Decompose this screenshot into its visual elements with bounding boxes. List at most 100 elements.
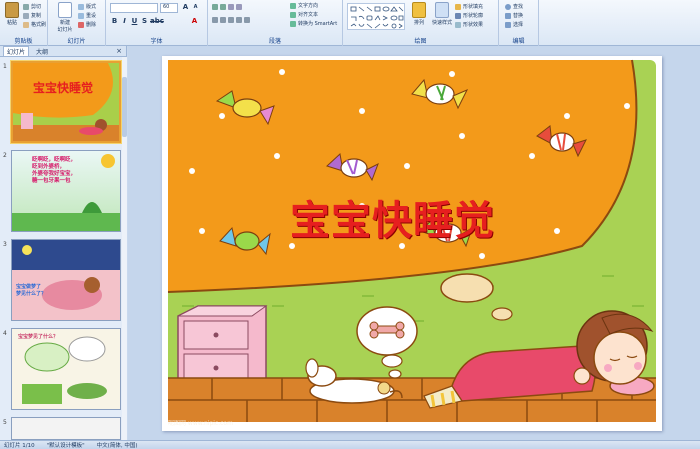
align-text-icon: [290, 11, 296, 18]
thumbnail-scrollbar[interactable]: [122, 57, 127, 440]
layout-icon: [78, 3, 84, 10]
italic-button[interactable]: I: [120, 17, 129, 26]
tab-slides[interactable]: 幻灯片: [3, 46, 30, 56]
select-button[interactable]: 选择: [505, 21, 523, 28]
editing-group: 查找 替换 选择 编辑: [499, 0, 539, 46]
theme-name: "默认设计模板": [46, 443, 85, 449]
language-indicator[interactable]: 中文(简体, 中国): [97, 441, 138, 449]
thumb-number: 1: [3, 63, 7, 70]
thumb-number: 2: [3, 152, 7, 159]
shrink-font-button[interactable]: A: [191, 3, 200, 12]
tab-outline[interactable]: 大纲: [33, 47, 51, 56]
text-direction-button[interactable]: 文字方向: [290, 2, 318, 9]
thumb3-art: [12, 240, 120, 320]
find-button[interactable]: 查找: [505, 3, 523, 10]
shape-effects-button[interactable]: 形状效果: [455, 21, 483, 28]
arrange-button[interactable]: 排列: [409, 2, 429, 26]
copy-icon: [23, 12, 29, 19]
arrange-icon: [412, 2, 426, 18]
paste-icon: [5, 2, 19, 18]
shape-fill-button[interactable]: 形状填充: [455, 3, 483, 10]
scissors-icon: [23, 3, 29, 10]
reset-icon: [78, 12, 84, 19]
numbering-icon: [220, 4, 226, 10]
watermark-text: 昵图网 www.nipic.com: [168, 420, 233, 427]
replace-icon: [505, 12, 511, 19]
pink-drawer-cabinet: [177, 305, 268, 387]
clipboard-group: 粘贴 剪切 复制 格式刷 剪贴板: [0, 0, 48, 46]
shadow-button[interactable]: S: [140, 17, 149, 26]
bold-button[interactable]: B: [110, 17, 119, 26]
ribbon: 粘贴 剪切 复制 格式刷 剪贴板 新建 幻灯片 版式 重设 删除 幻灯片 60 …: [0, 0, 700, 46]
quick-styles-button[interactable]: 快速样式: [430, 2, 454, 26]
outline-icon: [455, 12, 461, 19]
new-slide-icon: [58, 2, 72, 18]
smartart-button[interactable]: 转换为 SmartArt: [290, 20, 337, 27]
select-icon: [505, 21, 511, 28]
outdent-icon: [236, 4, 242, 10]
thumb-number: 4: [3, 330, 7, 337]
slide-editing-area: 宝宝快睡觉 昵图网 www.nipic.com: [128, 46, 700, 440]
paragraph-group: 文字方向 对齐文本 转换为 SmartArt 段落: [208, 0, 343, 46]
current-slide[interactable]: 宝宝快睡觉 昵图网 www.nipic.com: [162, 56, 662, 431]
font-group: 60 A A B I U S abc A 字体: [106, 0, 208, 46]
justify-icon: [236, 17, 242, 23]
columns-icon: [244, 17, 250, 23]
delete-slide-button[interactable]: 删除: [78, 21, 96, 28]
scroll-thumb[interactable]: [122, 77, 127, 137]
align-text-button[interactable]: 对齐文本: [290, 11, 318, 18]
thumb1-title: 宝宝快睡觉: [33, 81, 94, 95]
slide-thumbnail-3[interactable]: 宝宝做梦了 梦见什么了？: [11, 239, 121, 321]
thumb-number: 3: [3, 241, 7, 248]
align-right-icon: [228, 17, 234, 23]
font-name-box[interactable]: [110, 3, 158, 13]
quick-styles-icon: [435, 2, 449, 18]
new-slide-button[interactable]: 新建 幻灯片: [54, 2, 76, 33]
bullets-button[interactable]: [212, 4, 242, 10]
find-icon: [505, 3, 511, 10]
font-color-button[interactable]: A: [190, 17, 199, 26]
thumb-number: 5: [3, 419, 7, 426]
brush-icon: [23, 21, 29, 28]
outline-tabs: 幻灯片 大纲 ×: [0, 46, 126, 57]
thumb4-art: [22, 336, 107, 404]
delete-icon: [78, 21, 84, 28]
reset-button[interactable]: 重设: [78, 12, 96, 19]
thumb4-text: 宝宝梦见了什么？: [18, 334, 59, 340]
underline-button[interactable]: U: [130, 17, 139, 26]
paste-button[interactable]: 粘贴: [2, 2, 22, 26]
align-center-icon: [220, 17, 226, 23]
layout-button[interactable]: 版式: [78, 3, 96, 10]
slide-title[interactable]: 宝宝快睡觉: [290, 188, 495, 246]
slide-thumbnail-pane: 幻灯片 大纲 × 1 宝宝快睡觉 2 眨啊眨，眨啊眨， 眨到外婆桥， 外婆夸我好…: [0, 46, 127, 440]
thumb3-text: 宝宝做梦了 梦见什么了？: [16, 284, 47, 297]
bullets-icon: [212, 4, 218, 10]
smartart-icon: [290, 20, 296, 27]
replace-button[interactable]: 替换: [505, 12, 523, 19]
grow-font-button[interactable]: A: [181, 3, 190, 12]
slide-thumbnail-4[interactable]: 宝宝梦见了什么？: [11, 328, 121, 410]
slide-thumbnail-2[interactable]: 眨啊眨，眨啊眨， 眨到外婆桥， 外婆夸我好宝宝， 糖一包牙果一包: [11, 150, 121, 232]
slide-thumbnail-1[interactable]: 宝宝快睡觉: [11, 61, 121, 143]
thumb1-art: [13, 63, 119, 141]
text-direction-icon: [290, 2, 296, 9]
shapes-gallery[interactable]: [347, 3, 405, 30]
effects-icon: [455, 21, 461, 28]
copy-button[interactable]: 复制: [23, 12, 41, 19]
shape-outline-button[interactable]: 形状轮廓: [455, 12, 483, 19]
font-size-box[interactable]: 60: [160, 3, 178, 13]
close-pane-icon[interactable]: ×: [116, 47, 122, 55]
slide-thumbnail-5[interactable]: [11, 417, 121, 440]
fill-icon: [455, 3, 461, 10]
format-painter-button[interactable]: 格式刷: [23, 21, 46, 28]
drawing-group: 排列 快速样式 形状填充 形状轮廓 形状效果 绘图: [343, 0, 499, 46]
slides-group: 新建 幻灯片 版式 重设 删除 幻灯片: [48, 0, 106, 46]
indent-icon: [228, 4, 234, 10]
align-buttons[interactable]: [212, 17, 250, 23]
cut-button[interactable]: 剪切: [23, 3, 41, 10]
align-left-icon: [212, 17, 218, 23]
thumb2-text: 眨啊眨，眨啊眨， 眨到外婆桥， 外婆夸我好宝宝， 糖一包牙果一包: [32, 157, 77, 184]
shapes-gallery-icons: [350, 6, 404, 29]
slide-counter: 幻灯片 1/10: [4, 443, 35, 449]
strikethrough-button[interactable]: abc: [150, 17, 164, 26]
